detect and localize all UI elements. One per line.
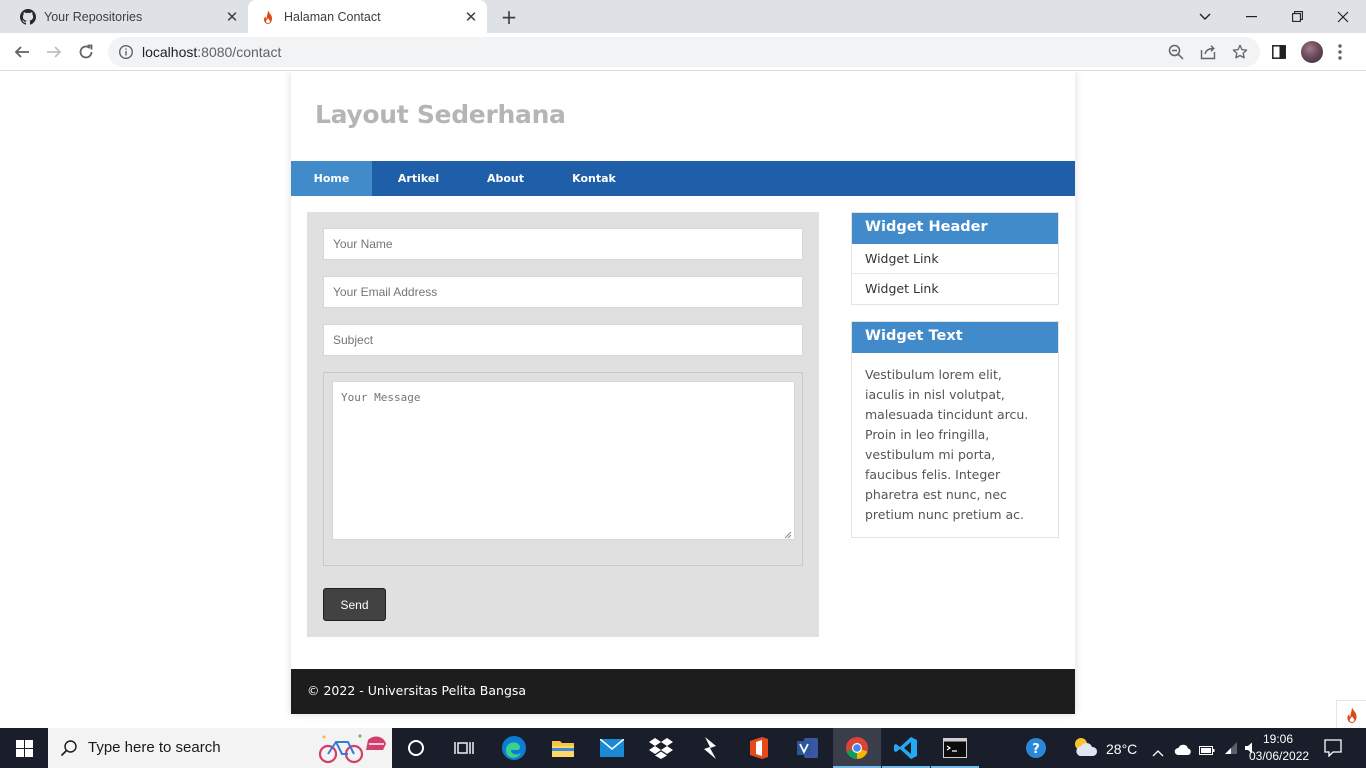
- message-fieldset: Your Message: [323, 372, 803, 566]
- chevron-up-icon[interactable]: [1152, 742, 1164, 761]
- onedrive-cloud-icon[interactable]: [1174, 741, 1192, 760]
- window-close-icon[interactable]: [1320, 0, 1366, 33]
- profile-avatar[interactable]: [1301, 41, 1323, 63]
- tab-title: Your Repositories: [44, 9, 143, 24]
- nav-about[interactable]: About: [465, 161, 546, 196]
- notification-icon[interactable]: [1324, 739, 1342, 761]
- search-highlight-bicycle-icon: [318, 732, 388, 768]
- search-icon: [60, 739, 78, 761]
- tab-your-repositories[interactable]: Your Repositories ✕: [8, 0, 248, 33]
- windows-start-icon[interactable]: [0, 728, 48, 768]
- chrome-icon[interactable]: [833, 728, 881, 768]
- flame-icon: [260, 9, 276, 25]
- widget-header: Widget Header: [852, 213, 1058, 244]
- tab-search-chevron-icon[interactable]: [1182, 0, 1228, 33]
- widget-link[interactable]: Widget Link: [852, 244, 1058, 274]
- vscode-icon[interactable]: [882, 728, 930, 768]
- nav-home[interactable]: Home: [291, 161, 372, 196]
- main-nav: Home Artikel About Kontak: [291, 161, 1075, 196]
- subject-input[interactable]: Subject: [323, 324, 803, 356]
- message-placeholder: Your Message: [341, 391, 421, 404]
- sublime-lightning-icon[interactable]: [686, 728, 734, 768]
- share-icon[interactable]: [1200, 44, 1216, 60]
- new-tab-plus-icon[interactable]: +: [497, 5, 521, 29]
- file-explorer-icon[interactable]: [539, 728, 587, 768]
- bookmark-star-icon[interactable]: [1232, 44, 1248, 60]
- nav-artikel[interactable]: Artikel: [372, 161, 465, 196]
- address-bar[interactable]: localhost:8080/contact: [108, 37, 1260, 67]
- visio-icon[interactable]: [784, 728, 832, 768]
- github-icon: [20, 8, 36, 25]
- taskbar-search-box[interactable]: Type here to search: [48, 728, 392, 768]
- url-text: localhost:8080/contact: [142, 44, 282, 60]
- site-footer: © 2022 - Universitas Pelita Bangsa: [291, 669, 1075, 714]
- kebab-menu-icon[interactable]: [1338, 43, 1342, 61]
- clock-time[interactable]: 19:06: [1263, 732, 1293, 746]
- resize-handle-icon[interactable]: [784, 529, 792, 539]
- browser-toolbar: localhost:8080/contact: [0, 33, 1366, 71]
- mail-icon[interactable]: [588, 728, 636, 768]
- tab-halaman-contact[interactable]: Halaman Contact ✕: [248, 0, 487, 33]
- cortana-icon[interactable]: [392, 728, 440, 768]
- send-button[interactable]: Send: [323, 588, 386, 621]
- widget-text-body: Vestibulum lorem elit, iaculis in nisl v…: [865, 367, 1029, 522]
- browser-tab-strip: Your Repositories ✕ Halaman Contact ✕ +: [0, 0, 1366, 33]
- contact-form: Your Name Your Email Address Subject You…: [307, 212, 819, 637]
- terminal-icon[interactable]: [931, 728, 979, 768]
- close-icon[interactable]: ✕: [461, 7, 481, 27]
- clock-date[interactable]: 03/06/2022: [1249, 749, 1309, 763]
- message-textarea[interactable]: Your Message: [332, 381, 795, 540]
- close-icon[interactable]: ✕: [222, 7, 242, 27]
- forward-arrow-icon[interactable]: [39, 37, 69, 67]
- edge-icon[interactable]: [490, 728, 538, 768]
- zoom-icon[interactable]: [1168, 44, 1184, 60]
- widget-text: Widget Text Vestibulum lorem elit, iacul…: [851, 321, 1059, 538]
- weather-icon[interactable]: [1072, 736, 1098, 762]
- email-input[interactable]: Your Email Address: [323, 276, 803, 308]
- back-arrow-icon[interactable]: [7, 37, 37, 67]
- dropbox-icon[interactable]: [637, 728, 685, 768]
- restore-icon[interactable]: [1274, 0, 1320, 33]
- reload-icon[interactable]: [71, 37, 101, 67]
- debug-toolbar-flame-icon[interactable]: [1336, 700, 1366, 728]
- search-placeholder: Type here to search: [88, 739, 221, 756]
- office-icon[interactable]: [735, 728, 783, 768]
- minimize-icon[interactable]: [1228, 0, 1274, 33]
- widget-link[interactable]: Widget Link: [852, 274, 1058, 304]
- site-container: Layout Sederhana Home Artikel About Kont…: [291, 72, 1075, 714]
- wifi-icon[interactable]: [1224, 740, 1240, 759]
- side-panel-icon[interactable]: [1264, 37, 1294, 67]
- weather-temperature[interactable]: 28°C: [1106, 741, 1137, 757]
- widget-text-header: Widget Text: [852, 322, 1058, 353]
- svg-text:?: ?: [1032, 742, 1040, 757]
- battery-icon[interactable]: [1199, 741, 1215, 760]
- task-view-icon[interactable]: [440, 728, 488, 768]
- help-icon[interactable]: ?: [1012, 728, 1060, 768]
- nav-kontak[interactable]: Kontak: [546, 161, 642, 196]
- site-info-icon[interactable]: [118, 44, 134, 60]
- name-input[interactable]: Your Name: [323, 228, 803, 260]
- page-viewport: Layout Sederhana Home Artikel About Kont…: [0, 72, 1366, 728]
- site-title: Layout Sederhana: [315, 100, 566, 129]
- tab-title: Halaman Contact: [284, 9, 381, 24]
- widget-links: Widget Header Widget Link Widget Link: [851, 212, 1059, 305]
- windows-taskbar: Type here to search ? 28°C 19:06 03/06/2…: [0, 728, 1366, 768]
